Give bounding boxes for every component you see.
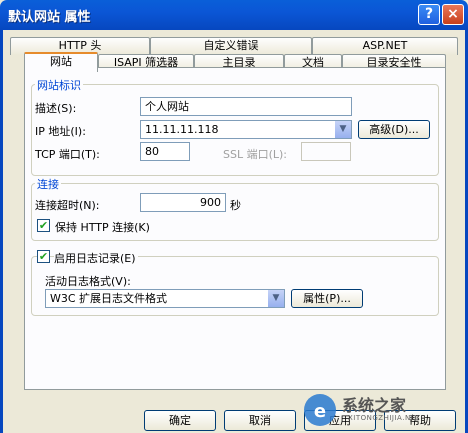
log-format-label: 活动日志格式(V): [45, 275, 131, 288]
window-title: 默认网站 属性 [8, 10, 91, 25]
enable-logging-label: 启用日志记录(E) [54, 250, 138, 266]
description-label: 描述(S): [35, 102, 77, 115]
tab-website[interactable]: 网站 [24, 52, 98, 72]
tab-panel: 网站标识 描述(S): 个人网站 IP 地址(I): 11.11.11.118 … [24, 67, 446, 390]
title-bar: 默认网站 属性 ? × [0, 0, 468, 30]
log-format-select[interactable]: W3C 扩展日志文件格式 ▼ [45, 289, 285, 308]
description-input[interactable]: 个人网站 [140, 97, 352, 116]
log-properties-button[interactable]: 属性(P)... [291, 289, 363, 308]
ip-address-label: IP 地址(I): [35, 125, 86, 138]
timeout-input[interactable]: 900 [140, 193, 226, 212]
watermark-text: 系统之家 [342, 396, 407, 415]
ok-button[interactable]: 确定 [144, 410, 216, 431]
tcp-port-label: TCP 端口(T): [35, 148, 100, 161]
ip-dropdown-arrow-icon[interactable]: ▼ [335, 121, 351, 138]
watermark: e 系统之家 XITONGZHIJIA.NET [298, 386, 466, 430]
site-identification-title: 网站标识 [35, 77, 83, 93]
keepalive-checkbox[interactable]: ✔ [37, 219, 50, 232]
timeout-unit: 秒 [230, 199, 241, 212]
svg-text:e: e [314, 401, 326, 422]
tab-custom-errors[interactable]: 自定义错误 [150, 37, 312, 55]
cancel-button[interactable]: 取消 [224, 410, 296, 431]
close-button[interactable]: × [442, 4, 464, 25]
connection-title: 连接 [35, 176, 61, 192]
log-format-dropdown-arrow-icon[interactable]: ▼ [268, 290, 284, 307]
ip-address-value: 11.11.11.118 [145, 123, 219, 136]
timeout-label: 连接超时(N): [35, 199, 100, 212]
log-format-value: W3C 扩展日志文件格式 [50, 292, 168, 305]
help-title-button[interactable]: ? [418, 4, 440, 25]
advanced-button[interactable]: 高级(D)... [358, 120, 430, 139]
ssl-port-label: SSL 端口(L): [223, 148, 288, 161]
ssl-port-input[interactable] [301, 142, 351, 161]
watermark-logo-icon: e [304, 394, 336, 426]
tcp-port-input[interactable]: 80 [140, 142, 190, 161]
watermark-sub: XITONGZHIJIA.NET [348, 414, 421, 422]
tab-aspnet[interactable]: ASP.NET [312, 37, 458, 55]
keepalive-label: 保持 HTTP 连接(K) [55, 221, 150, 234]
ip-address-select[interactable]: 11.11.11.118 ▼ [140, 120, 352, 139]
enable-logging-checkbox[interactable]: ✔ [37, 250, 50, 263]
